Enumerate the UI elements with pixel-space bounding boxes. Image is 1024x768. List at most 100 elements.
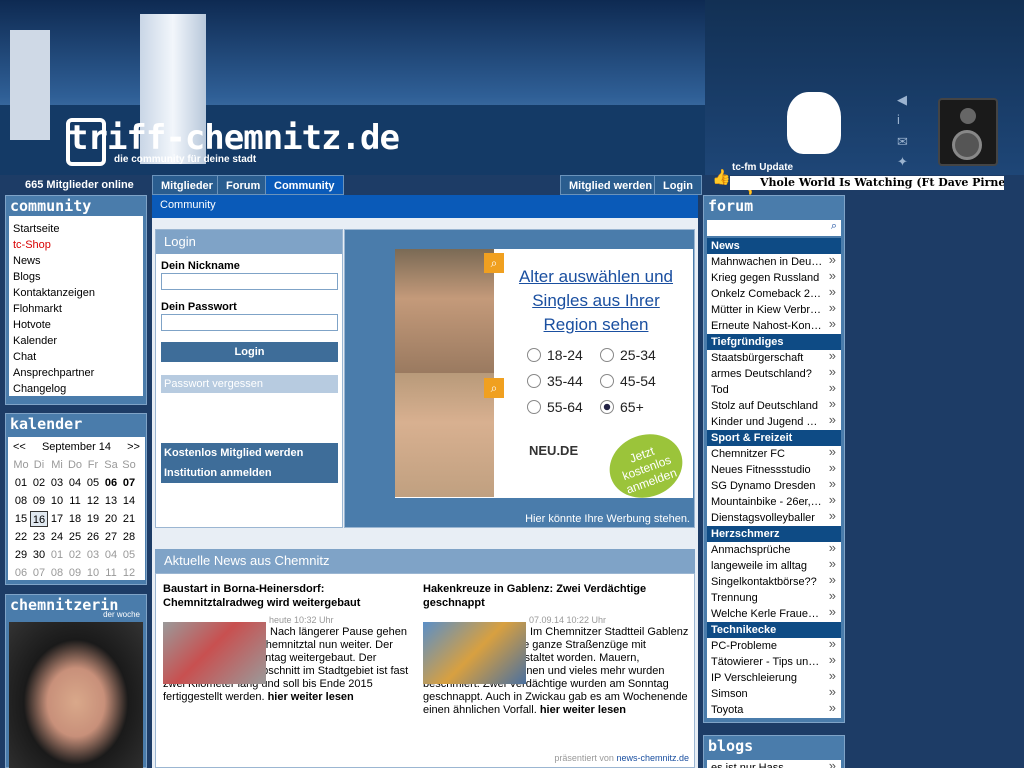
forum-category[interactable]: News <box>707 238 841 254</box>
forum-thread[interactable]: armes Deutschland? <box>707 366 841 382</box>
calendar-day[interactable]: 28 <box>120 529 138 545</box>
site-logo[interactable]: triff-chemnitz.de <box>68 118 400 158</box>
calendar-day[interactable]: 09 <box>30 493 48 509</box>
calendar-day[interactable]: 07 <box>30 565 48 581</box>
menu-tc-shop[interactable]: tc-Shop <box>9 237 143 253</box>
read-more-link[interactable]: hier weiter lesen <box>540 704 626 716</box>
calendar-day[interactable]: 07 <box>120 475 138 491</box>
tab-login[interactable]: Login <box>654 175 702 195</box>
calendar-day[interactable]: 04 <box>102 547 120 563</box>
calendar-day[interactable]: 20 <box>102 511 120 527</box>
breadcrumb[interactable]: Community <box>152 195 698 218</box>
forum-thread[interactable]: Mountainbike - 26er, 27,5er <box>707 494 841 510</box>
menu-news[interactable]: News <box>9 253 143 269</box>
forum-thread[interactable]: Erneute Nahost-Konflikt <box>707 318 841 334</box>
forum-thread[interactable]: Mütter in Kiew Verbrennen <box>707 302 841 318</box>
magnifier-icon[interactable]: ⌕ <box>831 220 837 233</box>
calendar-day[interactable]: 09 <box>66 565 84 581</box>
menu-flohmarkt[interactable]: Flohmarkt <box>9 301 143 317</box>
calendar-day[interactable]: 21 <box>120 511 138 527</box>
forum-thread[interactable]: Neues Fitnessstudio <box>707 462 841 478</box>
calendar-day[interactable]: 27 <box>102 529 120 545</box>
blog-item[interactable]: es ist nur Hass <box>707 760 841 768</box>
age-option-18-24[interactable]: 18-24 <box>527 347 583 363</box>
article-title[interactable]: Hakenkreuze in Gablenz: Zwei Verdächtige… <box>423 582 691 610</box>
menu-changelog[interactable]: Changelog <box>9 381 143 397</box>
forum-thread[interactable]: Kinder und Jugend Heute <box>707 414 841 430</box>
calendar-day[interactable]: 04 <box>66 475 84 491</box>
back-icon[interactable]: ◀ <box>897 92 907 108</box>
menu-hotvote[interactable]: Hotvote <box>9 317 143 333</box>
ad-note[interactable]: Hier könnte Ihre Werbung stehen. <box>525 513 690 525</box>
calendar-day[interactable]: 23 <box>30 529 48 545</box>
calendar-day[interactable]: 10 <box>48 493 66 509</box>
forum-thread[interactable]: Toyota <box>707 702 841 718</box>
forum-thread[interactable]: Chemnitzer FC <box>707 446 841 462</box>
calendar-day[interactable]: 06 <box>102 475 120 491</box>
forum-thread[interactable]: Onkelz Comeback 2014 <box>707 286 841 302</box>
twitter-icon[interactable]: ✦ <box>897 154 908 170</box>
age-option-55-64[interactable]: 55-64 <box>527 399 583 415</box>
forum-thread[interactable]: SG Dynamo Dresden <box>707 478 841 494</box>
info-icon[interactable]: i <box>897 112 900 127</box>
ad-badge[interactable]: Jetzt kostenlos anmelden <box>600 424 692 508</box>
calendar-day[interactable]: 03 <box>84 547 102 563</box>
menu-kontaktanzeigen[interactable]: Kontaktanzeigen <box>9 285 143 301</box>
menu-blogs[interactable]: Blogs <box>9 269 143 285</box>
read-more-link[interactable]: hier weiter lesen <box>268 691 354 703</box>
calendar-day[interactable]: 05 <box>120 547 138 563</box>
calendar-day[interactable]: 08 <box>48 565 66 581</box>
calendar-day[interactable]: 02 <box>30 475 48 491</box>
forum-category[interactable]: Tiefgründiges <box>707 334 841 350</box>
calendar-day[interactable]: 15 <box>12 511 30 527</box>
calendar-day[interactable]: 05 <box>84 475 102 491</box>
neu-de-ad[interactable]: ⌕ ⌕ Alter auswählen und Singles aus Ihre… <box>395 249 693 508</box>
forum-thread[interactable]: IP Verschleierung <box>707 670 841 686</box>
calendar-day[interactable]: 01 <box>12 475 30 491</box>
calendar-day[interactable]: 26 <box>84 529 102 545</box>
calendar-day[interactable]: 18 <box>66 511 84 527</box>
forum-category[interactable]: Sport & Freizeit <box>707 430 841 446</box>
forum-thread[interactable]: Simson <box>707 686 841 702</box>
article-image[interactable] <box>163 622 266 684</box>
register-button[interactable]: Kostenlos Mitglied werden <box>161 443 338 463</box>
forum-category[interactable]: Herzschmerz <box>707 526 841 542</box>
tab-members[interactable]: Mitglieder <box>152 175 222 195</box>
forum-thread[interactable]: Singelkontaktbörse?? <box>707 574 841 590</box>
institution-button[interactable]: Institution anmelden <box>161 463 338 483</box>
calendar-day[interactable]: 14 <box>120 493 138 509</box>
calendar-day[interactable]: 06 <box>12 565 30 581</box>
tab-join[interactable]: Mitglied werden <box>560 175 662 195</box>
calendar-next[interactable]: >> <box>127 441 140 453</box>
calendar-day[interactable]: 16 <box>30 511 48 527</box>
calendar-day[interactable]: 10 <box>84 565 102 581</box>
menu-ansprechpartner[interactable]: Ansprechpartner <box>9 365 143 381</box>
article-title[interactable]: Baustart in Borna-Heinersdorf: Chemnitzt… <box>163 582 413 610</box>
ad-headline[interactable]: Alter auswählen und Singles aus Ihrer Re… <box>511 265 681 337</box>
mail-icon[interactable]: ✉ <box>897 134 908 150</box>
menu-kalender[interactable]: Kalender <box>9 333 143 349</box>
calendar-prev[interactable]: << <box>13 441 26 453</box>
chemnitzerin-photo[interactable] <box>9 622 143 768</box>
login-button[interactable]: Login <box>161 342 338 362</box>
calendar-day[interactable]: 17 <box>48 511 66 527</box>
calendar-day[interactable]: 01 <box>48 547 66 563</box>
forum-thread[interactable]: Mahnwachen in Deutschland <box>707 254 841 270</box>
forum-category[interactable]: Technikecke <box>707 622 841 638</box>
age-option-45-54[interactable]: 45-54 <box>600 373 656 389</box>
calendar-day[interactable]: 25 <box>66 529 84 545</box>
calendar-day[interactable]: 30 <box>30 547 48 563</box>
forum-thread[interactable]: Krieg gegen Russland <box>707 270 841 286</box>
forum-thread[interactable]: Staatsbürgerschaft <box>707 350 841 366</box>
members-online[interactable]: 665 Mitglieder online <box>25 179 134 191</box>
calendar-day[interactable]: 11 <box>66 493 84 509</box>
tab-forum[interactable]: Forum <box>217 175 270 195</box>
tab-community[interactable]: Community <box>265 175 344 195</box>
forum-thread[interactable]: Dienstagsvolleyballer <box>707 510 841 526</box>
forgot-password-link[interactable]: Passwort vergessen <box>161 375 338 393</box>
age-option-65-plus[interactable]: 65+ <box>600 399 644 415</box>
calendar-day[interactable]: 13 <box>102 493 120 509</box>
calendar-day[interactable]: 19 <box>84 511 102 527</box>
forum-thread[interactable]: Stolz auf Deutschland <box>707 398 841 414</box>
menu-startseite[interactable]: Startseite <box>9 221 143 237</box>
